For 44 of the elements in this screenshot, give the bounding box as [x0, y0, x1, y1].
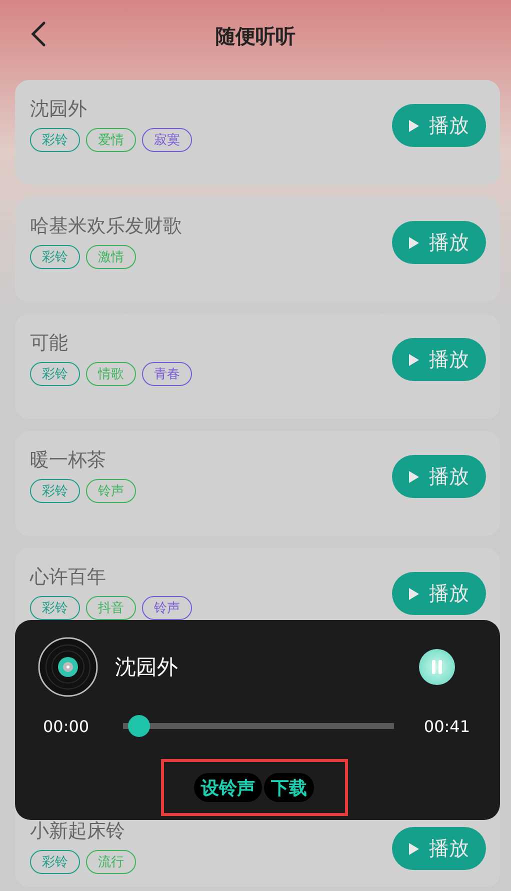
- action-button[interactable]: 下载: [264, 773, 314, 802]
- song-card[interactable]: 哈基米欢乐发财歌 彩铃 激情 播放: [15, 197, 500, 302]
- song-tag: 流行: [86, 850, 136, 874]
- play-icon: [409, 354, 419, 366]
- slider-thumb[interactable]: [128, 715, 150, 737]
- play-button[interactable]: 播放: [392, 455, 486, 498]
- song-title: 沈园外: [30, 97, 88, 122]
- song-tag: 情歌: [86, 362, 136, 386]
- play-button[interactable]: 播放: [392, 572, 486, 615]
- song-tag: 铃声: [86, 479, 136, 503]
- song-tag: 彩铃: [30, 362, 80, 386]
- play-icon: [409, 842, 419, 854]
- song-tag: 青春: [142, 362, 192, 386]
- song-tag: 激情: [86, 245, 136, 269]
- play-icon: [409, 470, 419, 482]
- play-icon: [409, 588, 419, 600]
- song-title: 心许百年: [30, 565, 107, 590]
- play-icon: [409, 236, 419, 248]
- song-title: 哈基米欢乐发财歌: [30, 214, 182, 239]
- now-playing-title: 沈园外: [115, 654, 179, 681]
- song-card[interactable]: 可能 彩铃 情歌 青春 播放: [15, 314, 500, 419]
- song-title: 暖一杯茶: [30, 448, 107, 473]
- play-button[interactable]: 播放: [392, 338, 486, 381]
- song-title: 小新起床铃: [30, 819, 126, 844]
- pause-button[interactable]: [419, 649, 455, 685]
- song-tag: 彩铃: [30, 850, 80, 874]
- song-card[interactable]: 沈园外 彩铃 爱情 寂寞 播放: [15, 80, 500, 185]
- song-tag: 彩铃: [30, 479, 80, 503]
- play-icon: [409, 120, 419, 132]
- song-title: 可能: [30, 331, 69, 356]
- action-button[interactable]: 设铃声: [194, 773, 262, 802]
- play-button[interactable]: 播放: [392, 104, 486, 147]
- pause-icon: [429, 659, 445, 675]
- total-time: 00:41: [424, 716, 470, 736]
- page-title: 随便听听: [216, 22, 296, 50]
- vinyl-record-icon: [38, 637, 98, 697]
- song-tag: 爱情: [86, 128, 136, 152]
- play-button[interactable]: 播放: [392, 827, 486, 870]
- song-card[interactable]: 暖一杯茶 彩铃 铃声 播放: [15, 431, 500, 536]
- elapsed-time: 00:00: [43, 716, 90, 736]
- song-tag: 彩铃: [30, 245, 80, 269]
- play-button[interactable]: 播放: [392, 221, 486, 264]
- song-tag: 彩铃: [30, 128, 80, 152]
- song-tag: 寂寞: [142, 128, 192, 152]
